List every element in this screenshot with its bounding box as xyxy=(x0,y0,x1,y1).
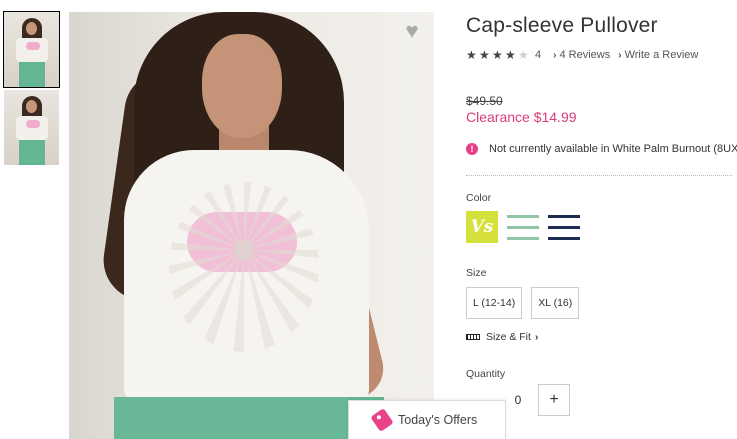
chevron-right-icon: › xyxy=(553,49,557,61)
thumbnail-list xyxy=(3,11,60,168)
thumbnail-figure xyxy=(19,62,45,87)
quantity-stepper: 0 + xyxy=(466,384,737,416)
product-main-image: ♥ xyxy=(69,12,434,439)
divider xyxy=(466,175,732,176)
color-label: Color xyxy=(466,192,492,204)
thumbnail-figure xyxy=(19,140,45,165)
star-icon: ★ xyxy=(505,48,516,62)
todays-offers-button[interactable]: Today's Offers xyxy=(348,400,506,439)
write-review-label: Write a Review xyxy=(624,49,699,61)
thumbnail-1[interactable] xyxy=(3,11,60,88)
star-icon: ★ xyxy=(492,48,503,62)
garment-pattern xyxy=(169,182,319,352)
product-title: Cap-sleeve Pullover xyxy=(466,14,658,37)
ruler-icon xyxy=(466,334,480,340)
tag-icon xyxy=(370,408,394,432)
reviews-link-label: 4 Reviews xyxy=(559,49,611,61)
availability-notice: ! Not currently available in White Palm … xyxy=(466,143,737,155)
size-button-xl[interactable]: XL (16) xyxy=(531,287,580,319)
color-swatches: Vs xyxy=(466,211,737,243)
size-options: L (12-14) XL (16) xyxy=(466,287,737,319)
quantity-increase-button[interactable]: + xyxy=(538,384,570,416)
size-fit-label: Size & Fit xyxy=(486,331,531,343)
thumbnail-figure xyxy=(26,100,37,113)
thumbnail-2[interactable] xyxy=(4,90,59,165)
write-review-link[interactable]: › Write a Review xyxy=(618,49,698,61)
color-swatch-navy-stripe[interactable] xyxy=(548,211,580,243)
color-swatch-white-palm-burnout[interactable]: Vs xyxy=(466,211,498,243)
model-figure xyxy=(114,397,384,439)
heart-icon[interactable]: ♥ xyxy=(400,20,424,42)
star-empty-icon: ★ xyxy=(518,48,529,62)
reviews-link[interactable]: › 4 Reviews xyxy=(553,49,610,61)
exclamation-icon: ! xyxy=(466,143,478,155)
availability-text: Not currently available in White Palm Bu… xyxy=(489,143,737,155)
star-rating: ★ ★ ★ ★ ★ xyxy=(466,48,531,62)
rating-row: ★ ★ ★ ★ ★ 4 › 4 Reviews › Write a Review xyxy=(466,48,737,62)
chevron-right-icon: › xyxy=(618,49,622,61)
chevron-right-icon: › xyxy=(534,331,539,343)
swatch-logo: Vs xyxy=(470,217,494,237)
star-icon: ★ xyxy=(466,48,477,62)
thumbnail-figure xyxy=(26,120,40,128)
color-swatch-green-stripe[interactable] xyxy=(507,211,539,243)
size-fit-link[interactable]: Size & Fit › xyxy=(466,331,737,343)
size-label: Size xyxy=(466,267,487,279)
size-button-l[interactable]: L (12-14) xyxy=(466,287,523,319)
star-icon: ★ xyxy=(479,48,490,62)
model-figure xyxy=(202,34,282,138)
product-info-panel: Cap-sleeve Pullover ★ ★ ★ ★ ★ 4 › 4 Revi… xyxy=(466,14,737,416)
thumbnail-figure xyxy=(26,42,40,50)
original-price: $49.50 xyxy=(466,94,503,108)
todays-offers-label: Today's Offers xyxy=(398,413,478,427)
quantity-label: Quantity xyxy=(466,368,506,380)
clearance-price: Clearance $14.99 xyxy=(466,109,577,125)
thumbnail-figure xyxy=(26,22,37,35)
rating-count: 4 xyxy=(535,49,542,61)
